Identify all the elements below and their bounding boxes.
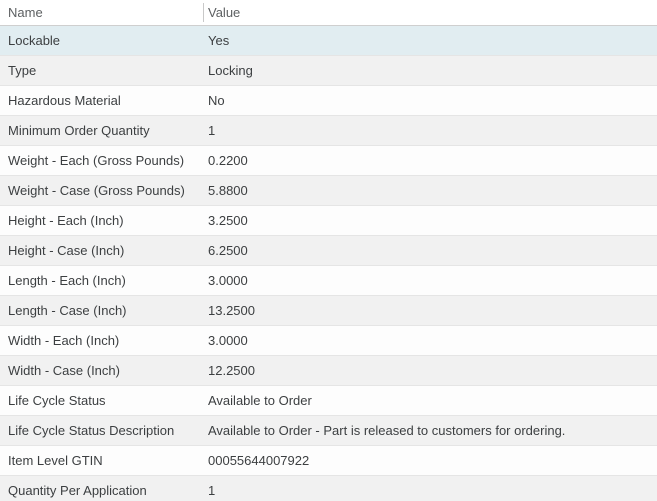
row-name-cell: Quantity Per Application	[8, 483, 147, 498]
column-header-value[interactable]: Value	[203, 0, 657, 25]
row-value-cell: No	[208, 93, 225, 108]
row-value-cell: 3.2500	[208, 213, 248, 228]
row-value-cell: 1	[208, 483, 216, 498]
column-divider	[203, 3, 204, 22]
row-value-cell: Available to Order - Part is released to…	[208, 423, 566, 438]
table-row[interactable]: Lockable Yes	[0, 25, 657, 55]
table-row[interactable]: Height - Case (Inch) 6.2500	[0, 235, 657, 265]
table-row[interactable]: Type Locking	[0, 55, 657, 85]
row-value-cell: Locking	[208, 63, 253, 78]
table-row[interactable]: Minimum Order Quantity 1	[0, 115, 657, 145]
row-value-cell: Available to Order	[208, 393, 312, 408]
row-value-cell: 00055644007922	[208, 453, 310, 468]
row-name-cell: Type	[8, 63, 37, 78]
row-name-cell: Minimum Order Quantity	[8, 123, 150, 138]
row-name-cell: Item Level GTIN	[8, 453, 103, 468]
table-row[interactable]: Weight - Each (Gross Pounds) 0.2200	[0, 145, 657, 175]
table-header: Name Value	[0, 0, 657, 25]
row-name-cell: Length - Case (Inch)	[8, 303, 127, 318]
row-name-cell: Life Cycle Status Description	[8, 423, 175, 438]
row-name-cell: Weight - Case (Gross Pounds)	[8, 183, 185, 198]
table-row[interactable]: Life Cycle Status Available to Order	[0, 385, 657, 415]
row-value-cell: 12.2500	[208, 363, 255, 378]
row-name-cell: Width - Case (Inch)	[8, 363, 120, 378]
table-row[interactable]: Length - Case (Inch) 13.2500	[0, 295, 657, 325]
table-row[interactable]: Length - Each (Inch) 3.0000	[0, 265, 657, 295]
table-row[interactable]: Life Cycle Status Description Available …	[0, 415, 657, 445]
column-header-name[interactable]: Name	[0, 5, 203, 20]
table-row[interactable]: Item Level GTIN 00055644007922	[0, 445, 657, 475]
table-row[interactable]: Quantity Per Application 1	[0, 475, 657, 501]
table-row[interactable]: Width - Each (Inch) 3.0000	[0, 325, 657, 355]
table-row[interactable]: Hazardous Material No	[0, 85, 657, 115]
table-row[interactable]: Height - Each (Inch) 3.2500	[0, 205, 657, 235]
row-value-cell: 13.2500	[208, 303, 255, 318]
row-value-cell: 0.2200	[208, 153, 248, 168]
row-value-cell: 3.0000	[208, 333, 248, 348]
row-value-cell: 3.0000	[208, 273, 248, 288]
attributes-table: Name Value Lockable Yes Type Locking Haz…	[0, 0, 657, 501]
column-header-value-label: Value	[208, 5, 241, 20]
table-row[interactable]: Weight - Case (Gross Pounds) 5.8800	[0, 175, 657, 205]
row-name-cell: Weight - Each (Gross Pounds)	[8, 153, 185, 168]
row-value-cell: 5.8800	[208, 183, 248, 198]
row-value-cell: 1	[208, 123, 216, 138]
row-name-cell: Length - Each (Inch)	[8, 273, 126, 288]
row-name-cell: Height - Case (Inch)	[8, 243, 125, 258]
row-value-cell: 6.2500	[208, 243, 248, 258]
row-name-cell: Hazardous Material	[8, 93, 121, 108]
row-name-cell: Life Cycle Status	[8, 393, 106, 408]
table-body: Lockable Yes Type Locking Hazardous Mate…	[0, 25, 657, 501]
row-name-cell: Height - Each (Inch)	[8, 213, 124, 228]
table-row[interactable]: Width - Case (Inch) 12.2500	[0, 355, 657, 385]
row-value-cell: Yes	[208, 33, 230, 48]
row-name-cell: Width - Each (Inch)	[8, 333, 120, 348]
row-name-cell: Lockable	[8, 33, 61, 48]
